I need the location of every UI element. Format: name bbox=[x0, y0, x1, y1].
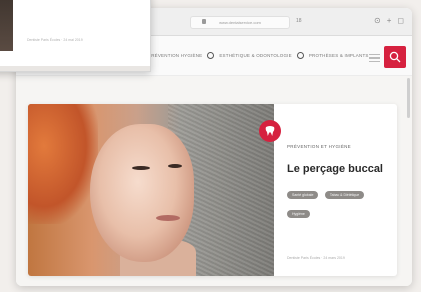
window-footer bbox=[0, 66, 150, 71]
nav-link-protheses[interactable]: PROTHÈSES & IMPLANTS bbox=[309, 53, 369, 58]
new-tab-icon[interactable]: + bbox=[387, 16, 392, 26]
tag[interactable]: Tabac & Diététique bbox=[324, 191, 365, 199]
address-text: www.dentalservice.com bbox=[219, 20, 261, 25]
small-browser-window: Dentiste Paris Écoles · 24 mai 2019 bbox=[0, 0, 151, 72]
share-icon[interactable]: ⊙ bbox=[374, 16, 381, 26]
article-category: PRÉVENTION ET HYGIÈNE bbox=[287, 144, 351, 149]
nav-link-esthetique[interactable]: ESTHÉTIQUE & ODONTOLOGIE bbox=[219, 53, 291, 58]
search-button[interactable] bbox=[384, 46, 406, 68]
nav-links: PRÉVENTION HYGIÈNE ESTHÉTIQUE & ODONTOLO… bbox=[148, 52, 369, 59]
tabs-icon[interactable]: ◻ bbox=[397, 16, 404, 26]
tag[interactable]: Santé globale bbox=[287, 191, 319, 199]
tab-count: 18 bbox=[296, 18, 302, 24]
article-title[interactable]: Le perçage buccal bbox=[287, 163, 383, 175]
menu-icon[interactable] bbox=[369, 54, 380, 62]
small-article-meta: Dentiste Paris Écoles · 24 mai 2019 bbox=[27, 38, 83, 42]
thumbnail-image bbox=[0, 0, 13, 51]
nav-link-prevention[interactable]: PRÉVENTION HYGIÈNE bbox=[148, 53, 202, 58]
tag[interactable]: Hygiène bbox=[287, 210, 310, 218]
tooth-category-icon bbox=[296, 52, 304, 59]
scrollbar[interactable] bbox=[407, 78, 410, 118]
search-icon bbox=[389, 51, 401, 63]
tooth-icon bbox=[259, 120, 281, 142]
tooth-category-icon bbox=[207, 52, 215, 59]
window-controls: ⊙ + ◻ bbox=[374, 16, 404, 26]
article-photo bbox=[28, 104, 274, 276]
tag-list: Santé globale Tabac & Diététique Hygiène bbox=[287, 183, 377, 221]
lock-icon bbox=[202, 19, 206, 24]
article-meta: Dentiste Paris Écoles · 24 mars 2019 bbox=[287, 256, 345, 260]
